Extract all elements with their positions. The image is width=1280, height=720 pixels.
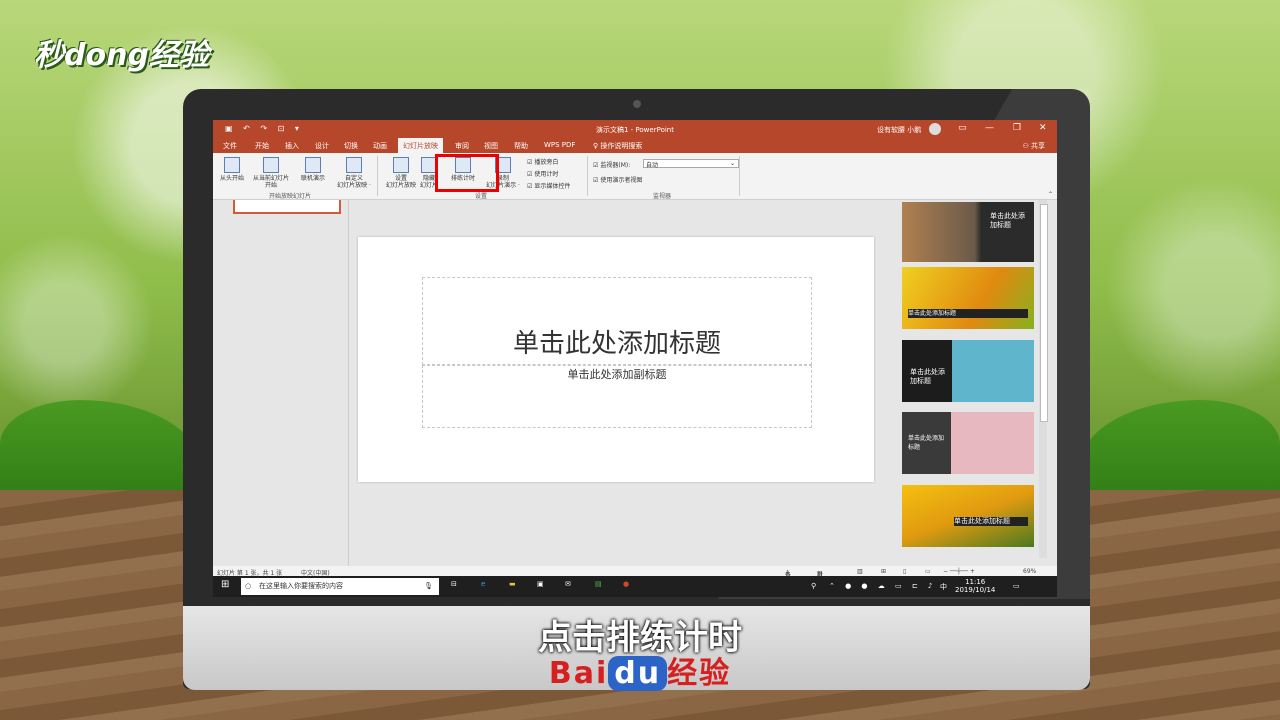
monitor-select[interactable]: 自动 ⌄ [643,159,739,169]
powerpoint-icon[interactable]: ● [623,580,635,592]
checkbox-play-narrations[interactable]: 播放旁白 [527,157,558,166]
tab-insert[interactable]: 插入 [285,141,299,151]
present-online-button[interactable]: 联机演示 [297,157,329,182]
ime-indicator[interactable]: 中 [940,582,947,592]
share-button[interactable]: ⚇ 共享 [1022,141,1045,151]
ribbon: 从头开始 从当前幻灯片 开始 联机演示 自定义 幻灯片放映 · 开始放映幻灯片 设置… [213,153,1057,200]
notification-icon[interactable]: ▭ [1013,582,1020,590]
tab-slideshow[interactable]: 幻灯片放映 [398,138,443,153]
custom-slideshow-button[interactable]: 自定义 幻灯片放映 · [331,157,377,189]
chevron-down-icon: ⌄ [729,160,735,167]
slide-canvas: 单击此处添加标题 单击此处添加副标题 [358,237,874,482]
design-idea-5[interactable]: 单击此处添加标题 [902,485,1034,547]
design-idea-1[interactable]: 单击此处添加标题 [902,202,1034,262]
mail-icon[interactable]: ✉ [565,580,577,592]
file-explorer-icon[interactable]: ▬ [509,580,521,592]
user-name[interactable]: 设有软腰 小鹏 [877,125,921,135]
zoom-slider[interactable]: − ──┼── + [943,568,975,575]
tab-view[interactable]: 视图 [484,141,498,151]
from-current-slide-button[interactable]: 从当前幻灯片 开始 [249,157,293,189]
tab-home[interactable]: 开始 [255,141,269,151]
checkbox-use-timings[interactable]: 使用计时 [527,169,558,178]
edge-icon[interactable]: e [481,580,493,592]
clock[interactable]: 11:16 2019/10/14 [955,578,995,594]
play-icon [224,157,240,173]
group-start-slideshow: 开始放映幻灯片 [269,193,312,200]
tab-file[interactable]: 文件 [223,141,237,151]
title-bar: ▣ ↶ ↷ ⊡ ▾ 演示文稿1 - PowerPoint 设有软腰 小鹏 ▭ —… [213,120,1057,138]
microphone-icon: 🎙 [424,582,433,590]
close-icon[interactable]: ✕ [1039,123,1047,133]
design-idea-3[interactable]: 单击此处添加标题 [902,340,1034,402]
tab-design[interactable]: 设计 [315,141,329,151]
system-tray-icons[interactable]: ⌃ ● ● ☁ ▭ ⊏ ♪ [829,582,936,590]
watermark-baidu: Bai du 经验 [548,656,732,691]
checkbox-show-media-controls[interactable]: 显示媒体控件 [527,181,570,190]
tell-me-search[interactable]: ♀ 操作说明搜索 [593,141,642,151]
maximize-icon[interactable]: ❐ [1013,123,1021,133]
subtitle-placeholder[interactable]: 单击此处添加副标题 [422,365,812,428]
person-icon: ⚇ [1022,142,1031,150]
status-bar: 幻灯片 第 1 张，共 1 张 中文(中国) ≜ 备注 ▤ 批注 ▥ ⊞ ▯ ▭… [213,566,1057,588]
task-view-icon[interactable]: ⊟ [451,580,463,592]
avatar[interactable] [929,123,941,135]
person-icon[interactable]: ⚲ [811,582,816,590]
windows-start-icon[interactable]: ⊞ [221,579,233,591]
store-icon[interactable]: ▣ [537,580,549,592]
title-placeholder[interactable]: 单击此处添加标题 [422,277,812,365]
camera-icon [633,100,641,108]
highlight-box [435,154,499,192]
reading-view-icon[interactable]: ▯ [903,568,906,575]
design-ideas-pane: 单击此处添加标题 单击此处添加标题 单击此处添加标题 单击此处添加标题 单击此处… [898,200,1034,558]
taskbar: ⊞ ○ 在这里输入你要搜索的内容 🎙 ⊟ e ▬ ▣ ✉ ▤ ● ⚲ ⌃ ● ● ☁… [213,576,1057,597]
tab-wps-pdf[interactable]: WPS PDF [544,141,575,149]
group-monitors: 监视器 [653,193,672,200]
design-idea-2[interactable]: 单击此处添加标题 [902,267,1034,329]
design-idea-4[interactable]: 单击此处添加标题 [902,412,1034,474]
checkbox-presenter-view[interactable]: 使用演示者视图 [593,175,642,184]
design-pane-scrollbar[interactable] [1039,200,1048,558]
tab-transitions[interactable]: 切换 [344,141,358,151]
slide-thumbnail[interactable] [233,200,341,214]
group-setup: 设置 [475,193,488,200]
minimize-icon[interactable]: — [985,123,994,133]
app-icon[interactable]: ▤ [595,580,607,592]
play-current-icon [263,157,279,173]
taskbar-search[interactable]: ○ 在这里输入你要搜索的内容 🎙 [241,578,439,595]
setup-slideshow-button[interactable]: 设置 幻灯片放映 [381,157,421,189]
collapse-ribbon-icon[interactable]: ⌃ [1048,191,1053,198]
sorter-view-icon[interactable]: ⊞ [881,568,886,575]
tab-review[interactable]: 审阅 [455,141,469,151]
setup-icon [393,157,409,173]
slide-thumbnail-pane [213,200,349,566]
zoom-level[interactable]: 69% [1023,568,1036,575]
watermark-brand-top: 秒dong经验 [34,38,209,73]
cortana-icon: ○ [245,582,252,590]
normal-view-icon[interactable]: ▥ [857,568,863,575]
ribbon-tabs: 文件 开始 插入 设计 切换 动画 幻灯片放映 审阅 视图 帮助 WPS PDF… [213,138,1057,153]
screen: ▣ ↶ ↷ ⊡ ▾ 演示文稿1 - PowerPoint 设有软腰 小鹏 ▭ —… [213,120,1057,597]
tab-animations[interactable]: 动画 [373,141,387,151]
custom-show-icon [346,157,362,173]
tab-help[interactable]: 帮助 [514,141,528,151]
ribbon-display-icon[interactable]: ▭ [958,123,967,133]
from-beginning-button[interactable]: 从头开始 [217,157,247,182]
monitor-label: 监视器(M): [593,160,630,169]
slideshow-view-icon[interactable]: ▭ [925,568,931,575]
present-online-icon [305,157,321,173]
